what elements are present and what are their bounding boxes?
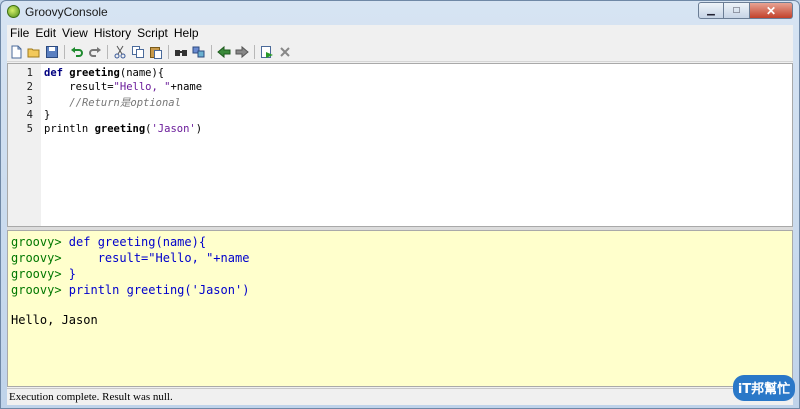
line-number-gutter: 1 2 3 4 5 bbox=[8, 64, 41, 226]
code-token: //Return是optional bbox=[69, 97, 181, 109]
minimize-button[interactable]: ▁ bbox=[698, 2, 724, 19]
code-line: //Return是optional bbox=[44, 95, 181, 110]
maximize-button[interactable]: □ bbox=[724, 2, 750, 19]
line-number: 3 bbox=[26, 95, 33, 107]
output-pane: groovy> def greeting(name){ groovy> resu… bbox=[7, 230, 793, 387]
close-icon: ✕ bbox=[765, 3, 777, 18]
code-token: ) bbox=[195, 123, 203, 135]
script-editor[interactable]: 1 2 3 4 5 def greeting(name){ result="He… bbox=[7, 63, 793, 227]
echo-text: result="Hello, "+name bbox=[68, 251, 250, 265]
close-button[interactable]: ✕ bbox=[750, 2, 793, 19]
toolbar-separator bbox=[168, 45, 169, 59]
code-token: "Hello, " bbox=[113, 81, 171, 93]
cut-icon[interactable] bbox=[112, 44, 128, 60]
line-number: 5 bbox=[26, 123, 33, 135]
menu-edit[interactable]: Edit bbox=[32, 25, 59, 42]
find-icon[interactable] bbox=[173, 44, 189, 60]
output-echo-line: groovy> def greeting(name){ bbox=[11, 235, 206, 249]
toolbar-separator bbox=[107, 45, 108, 59]
copy-icon[interactable] bbox=[130, 44, 146, 60]
groovy-app-icon bbox=[7, 5, 20, 18]
output-echo-line: groovy> result="Hello, "+name bbox=[11, 251, 249, 265]
code-line: } bbox=[44, 109, 50, 121]
groovy-prompt: groovy> bbox=[11, 267, 69, 281]
code-token: +name bbox=[170, 81, 203, 93]
undo-icon[interactable] bbox=[69, 44, 85, 60]
echo-text: println greeting('Jason') bbox=[68, 283, 250, 297]
window-title: GroovyConsole bbox=[25, 5, 108, 19]
code-line: println greeting('Jason') bbox=[44, 123, 202, 135]
line-number: 2 bbox=[26, 81, 33, 93]
minimize-icon: ▁ bbox=[707, 5, 715, 16]
code-token: result= bbox=[44, 81, 114, 93]
menu-file[interactable]: File bbox=[7, 25, 32, 42]
menu-bar: File Edit View History Script Help bbox=[7, 25, 793, 42]
status-text: Execution complete. Result was null. bbox=[9, 391, 173, 403]
output-echo-line: groovy> } bbox=[11, 267, 76, 281]
line-number: 1 bbox=[26, 67, 33, 79]
history-previous-icon[interactable] bbox=[216, 44, 232, 60]
result-output: Hello, Jason bbox=[11, 313, 98, 327]
code-token: greeting bbox=[94, 123, 146, 135]
watermark-text: iT邦幫忙 bbox=[738, 381, 790, 397]
code-token: greeting bbox=[69, 67, 120, 79]
title-bar[interactable]: GroovyConsole ▁ □ ✕ bbox=[1, 1, 799, 23]
code-token: def bbox=[44, 67, 63, 79]
code-line: def greeting(name){ bbox=[44, 67, 164, 79]
code-token: (name){ bbox=[119, 67, 165, 79]
replace-icon[interactable] bbox=[191, 44, 207, 60]
interrupt-icon[interactable] bbox=[277, 44, 293, 60]
line-number: 4 bbox=[26, 109, 33, 121]
client-area: File Edit View History Script Help 1 2 3… bbox=[7, 25, 795, 406]
code-line: result="Hello, "+name bbox=[44, 81, 202, 93]
toolbar-separator bbox=[64, 45, 65, 59]
code-token: } bbox=[44, 109, 51, 121]
history-next-icon[interactable] bbox=[234, 44, 250, 60]
menu-history[interactable]: History bbox=[91, 25, 134, 42]
save-icon[interactable] bbox=[44, 44, 60, 60]
toolbar-separator bbox=[254, 45, 255, 59]
code-token: println bbox=[44, 123, 95, 135]
window-controls: ▁ □ ✕ bbox=[698, 2, 793, 19]
groovy-prompt: groovy> bbox=[11, 251, 69, 265]
echo-text: def greeting(name){ bbox=[68, 235, 207, 249]
toolbar-separator bbox=[211, 45, 212, 59]
new-file-icon[interactable] bbox=[8, 44, 24, 60]
maximize-icon: □ bbox=[733, 5, 740, 16]
groovy-prompt: groovy> bbox=[11, 235, 69, 249]
run-script-icon[interactable] bbox=[259, 44, 275, 60]
menu-help[interactable]: Help bbox=[171, 25, 202, 42]
paste-icon[interactable] bbox=[148, 44, 164, 60]
menu-view[interactable]: View bbox=[59, 25, 91, 42]
groovy-console-window: GroovyConsole ▁ □ ✕ File Edit View Histo… bbox=[0, 0, 800, 409]
open-folder-icon[interactable] bbox=[26, 44, 42, 60]
echo-text: } bbox=[68, 267, 77, 281]
code-token: 'Jason' bbox=[151, 123, 196, 135]
toolbar bbox=[7, 43, 793, 62]
redo-icon[interactable] bbox=[87, 44, 103, 60]
groovy-prompt: groovy> bbox=[11, 283, 69, 297]
output-echo-line: groovy> println greeting('Jason') bbox=[11, 283, 249, 297]
status-bar: Execution complete. Result was null. bbox=[7, 388, 793, 406]
ithome-watermark-logo: iT邦幫忙 bbox=[733, 375, 795, 401]
menu-script[interactable]: Script bbox=[134, 25, 171, 42]
